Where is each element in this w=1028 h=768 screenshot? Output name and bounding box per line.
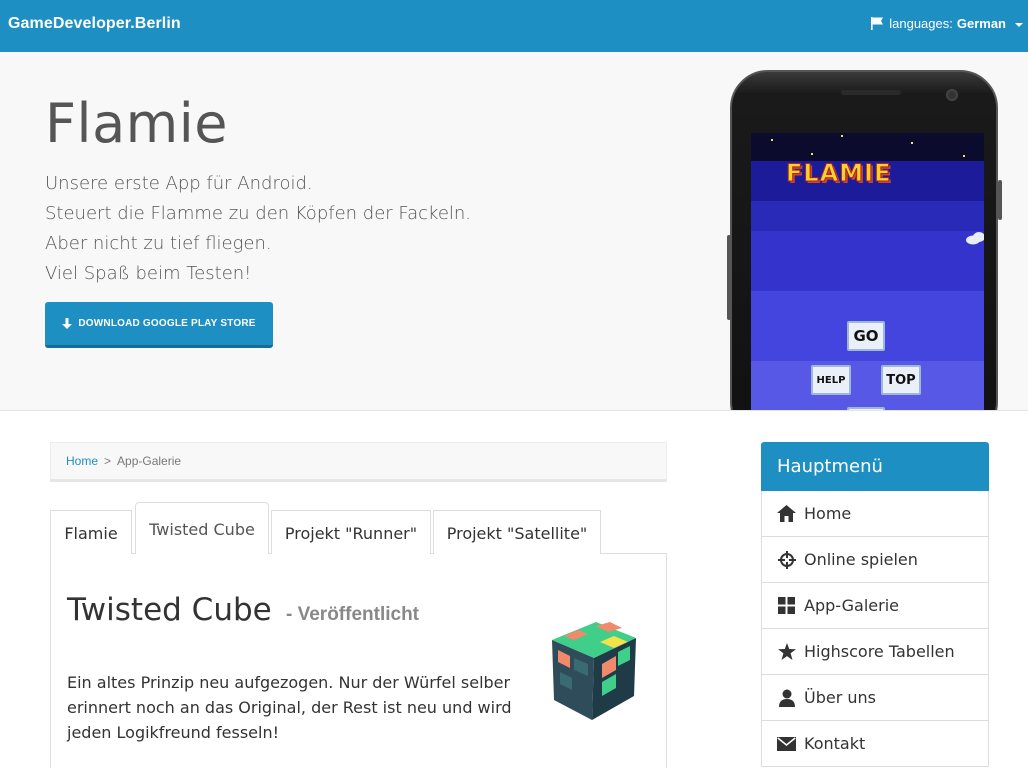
language-dropdown[interactable]: languages: German xyxy=(871,16,1023,31)
sidebar-item-highscore-tabellen[interactable]: Highscore Tabellen xyxy=(761,629,989,675)
twisted-cube-image xyxy=(552,622,636,720)
project-tabs: Flamie Twisted Cube Projekt "Runner" Pro… xyxy=(50,502,667,555)
star-decoration xyxy=(911,142,913,144)
sidebar-item-label: Über uns xyxy=(804,688,876,707)
panel-title: Twisted Cube xyxy=(67,592,272,628)
home-icon xyxy=(777,504,796,523)
cloud-decoration xyxy=(966,232,984,245)
sidebar-item-home[interactable]: Home xyxy=(761,491,989,537)
download-play-store-button[interactable]: DOWNLOAD GOOGLE PLAY STORE xyxy=(45,302,273,348)
hero-line: Unsere erste App für Android. xyxy=(45,173,313,194)
star-icon xyxy=(777,642,796,661)
game-go-button: GO xyxy=(847,321,885,351)
envelope-icon xyxy=(777,734,796,753)
breadcrumb-separator: > xyxy=(104,454,112,468)
sidebar-item-online-spielen[interactable]: Online spielen xyxy=(761,537,989,583)
crosshair-icon xyxy=(777,550,796,569)
hero-line: Viel Spaß beim Testen! xyxy=(45,263,252,284)
hero-title: Flamie xyxy=(45,92,228,155)
star-decoration xyxy=(811,153,813,155)
sidebar-item-label: Online spielen xyxy=(804,550,918,569)
brand-link[interactable]: GameDeveloper.Berlin xyxy=(8,15,181,33)
top-navbar: GameDeveloper.Berlin languages: German xyxy=(0,0,1028,52)
breadcrumb-home-link[interactable]: Home xyxy=(66,454,98,468)
sky-band xyxy=(751,361,984,410)
breadcrumb-current: App-Galerie xyxy=(117,454,182,468)
panel-description: Ein altes Prinzip neu aufgezogen. Nur de… xyxy=(67,673,512,742)
download-icon xyxy=(62,317,73,330)
tab-panel: Twisted Cube - Veröffentlicht Ein altes … xyxy=(50,554,667,768)
sidebar-item-label: Highscore Tabellen xyxy=(804,642,955,661)
caret-down-icon xyxy=(1015,22,1023,27)
hero-section: Flamie Unsere erste App für Android. Ste… xyxy=(0,52,1028,411)
sidebar-heading: Hauptmenü xyxy=(761,442,989,491)
sidebar-item-label: App-Galerie xyxy=(804,596,899,615)
tab-projekt-satellite[interactable]: Projekt "Satellite" xyxy=(433,510,601,555)
sky-band xyxy=(751,231,984,291)
tab-flamie[interactable]: Flamie xyxy=(50,510,132,555)
sidebar-item-label: Home xyxy=(804,504,852,523)
sidebar-item-label: Kontakt xyxy=(804,734,866,753)
panel-status: - Veröffentlicht xyxy=(286,604,420,625)
sidebar-item-app-galerie[interactable]: App-Galerie xyxy=(761,583,989,629)
game-help-button: HELP xyxy=(811,365,851,395)
phone-speaker xyxy=(841,90,901,95)
hero-line: Aber nicht zu tief fliegen. xyxy=(45,233,272,254)
languages-label: languages: xyxy=(889,16,953,31)
sky-band xyxy=(751,133,984,161)
sidebar-item-kontakt[interactable]: Kontakt xyxy=(761,721,989,767)
hero-line: Steuert die Flamme zu den Köpfen der Fac… xyxy=(45,203,472,224)
star-decoration xyxy=(771,139,773,141)
language-value: German xyxy=(956,16,1006,31)
breadcrumb: Home > App-Galerie xyxy=(50,442,667,482)
phone-mockup-image: FLAMIE GO HELP TOP xyxy=(727,70,1002,410)
download-button-label: DOWNLOAD GOOGLE PLAY STORE xyxy=(78,318,256,329)
game-logo: FLAMIE xyxy=(785,159,892,188)
hero-text: Unsere erste App für Android. Steuert di… xyxy=(45,169,471,289)
flag-icon xyxy=(871,17,884,30)
sidebar-item-ueber-uns[interactable]: Über uns xyxy=(761,675,989,721)
phone-button xyxy=(998,180,1002,220)
game-top-button: TOP xyxy=(881,365,921,395)
star-decoration xyxy=(841,135,843,137)
star-decoration xyxy=(963,155,965,157)
phone-body: FLAMIE GO HELP TOP xyxy=(730,70,998,410)
grid-icon xyxy=(777,596,796,615)
tab-projekt-runner[interactable]: Projekt "Runner" xyxy=(271,510,431,555)
game-extra-button xyxy=(847,407,885,410)
game-screen: FLAMIE GO HELP TOP xyxy=(751,133,984,410)
sky-band xyxy=(751,201,984,231)
phone-camera xyxy=(946,89,958,101)
user-icon xyxy=(777,688,796,707)
main-menu-sidebar: Hauptmenü Home Online spielen App-Galeri… xyxy=(761,442,989,768)
tab-twisted-cube[interactable]: Twisted Cube xyxy=(135,502,269,555)
